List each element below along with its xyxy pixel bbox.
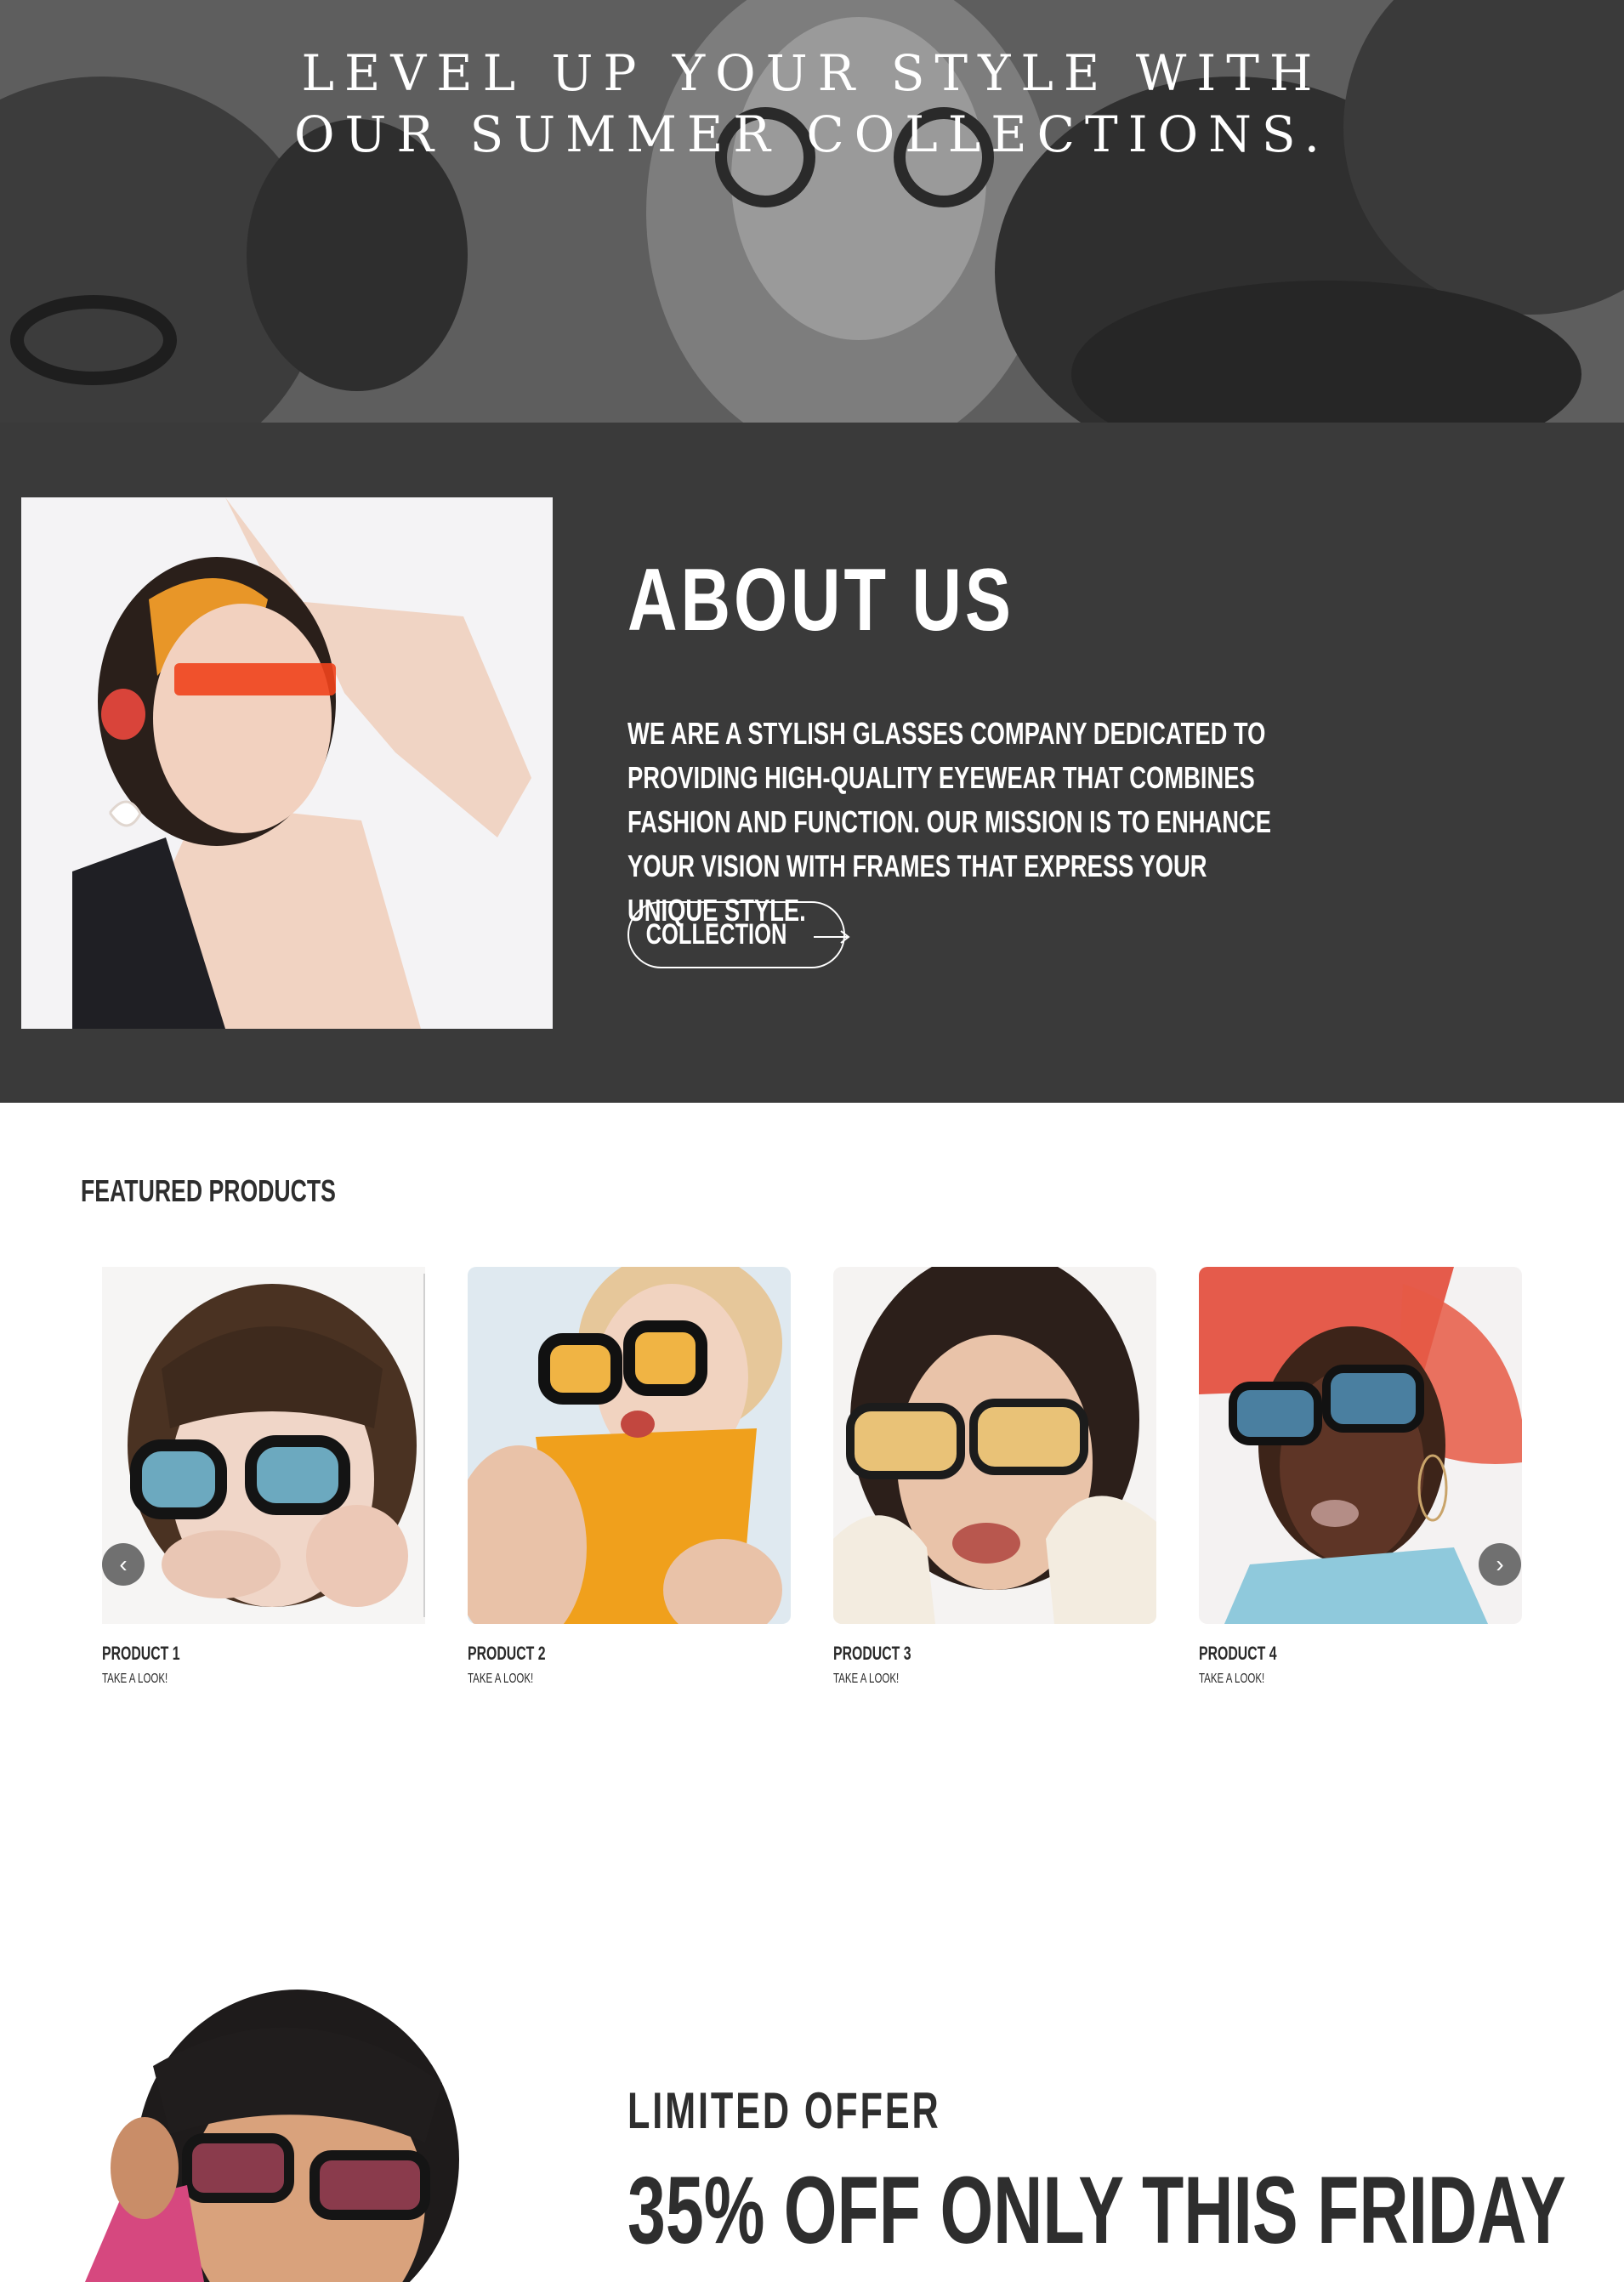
hero-banner: LEVEL UP YOUR STYLE WITH OUR SUMMER COLL… — [0, 0, 1624, 423]
product-tagline-2: TAKE A LOOK! — [468, 1672, 534, 1686]
arrow-right-icon — [812, 917, 851, 953]
collection-button-label: COLLECTION — [645, 918, 786, 951]
hero-headline: LEVEL UP YOUR STYLE WITH OUR SUMMER COLL… — [0, 43, 1624, 165]
product-image-2[interactable] — [468, 1267, 791, 1624]
chevron-right-icon: › — [1496, 1551, 1504, 1577]
woman-with-pink-glasses-image — [68, 1990, 493, 2282]
product-card-4[interactable]: PRODUCT 4 TAKE A LOOK! — [1199, 1267, 1522, 1687]
carousel-next-button[interactable]: › — [1479, 1543, 1521, 1586]
chevron-left-icon: ‹ — [119, 1551, 128, 1577]
offer-title: 35% OFF ONLY THIS FRIDAY — [627, 2157, 1566, 2263]
about-description: WE ARE A STYLISH GLASSES COMPANY DEDICAT… — [627, 716, 1271, 928]
product-tagline-1: TAKE A LOOK! — [102, 1672, 168, 1686]
offer-kicker: LIMITED OFFER — [627, 2082, 941, 2139]
offer-photo — [68, 1990, 493, 2282]
hero-headline-line-1: LEVEL UP YOUR STYLE WITH — [301, 44, 1323, 102]
product-card-2[interactable]: PRODUCT 2 TAKE A LOOK! — [468, 1267, 791, 1687]
product-name-4[interactable]: PRODUCT 4 — [1199, 1643, 1432, 1665]
product-name-1[interactable]: PRODUCT 1 — [102, 1643, 335, 1665]
product-tagline-3: TAKE A LOOK! — [833, 1672, 900, 1686]
product-image-3[interactable] — [833, 1267, 1156, 1624]
about-section: ABOUT US WE ARE A STYLISH GLASSES COMPAN… — [0, 423, 1624, 1103]
woman-with-orange-glasses-image — [21, 497, 553, 1029]
hero-headline-line-2: OUR SUMMER COLLECTIONS. — [293, 105, 1331, 163]
product-tagline-4: TAKE A LOOK! — [1199, 1672, 1265, 1686]
product-card-3[interactable]: PRODUCT 3 TAKE A LOOK! — [833, 1267, 1156, 1687]
product-card-1[interactable]: PRODUCT 1 TAKE A LOOK! — [102, 1267, 425, 1687]
product-name-2[interactable]: PRODUCT 2 — [468, 1643, 701, 1665]
product-name-3[interactable]: PRODUCT 3 — [833, 1643, 1066, 1665]
carousel-prev-button[interactable]: ‹ — [102, 1543, 145, 1586]
collection-button[interactable]: COLLECTION — [627, 901, 850, 968]
featured-products-title: FEATURED PRODUCTS — [81, 1173, 336, 1208]
product-image-1[interactable] — [102, 1267, 425, 1624]
about-photo — [21, 497, 553, 1029]
about-title: ABOUT US — [627, 551, 1014, 650]
product-image-4[interactable] — [1199, 1267, 1522, 1624]
